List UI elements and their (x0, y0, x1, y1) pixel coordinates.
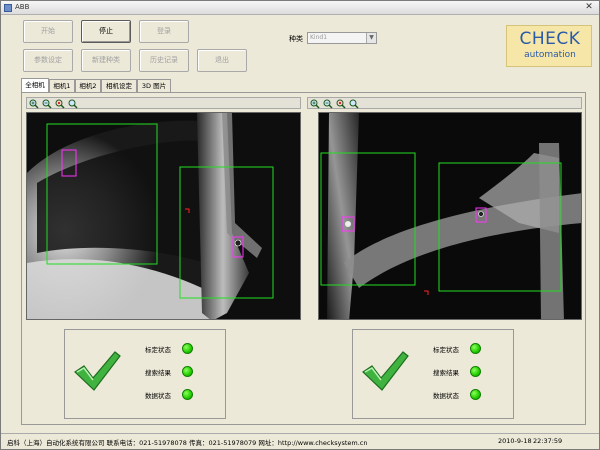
zoom-out-icon[interactable] (42, 99, 52, 109)
search-result-label: 搜索结果 (433, 369, 459, 377)
status-led-icon (470, 389, 481, 400)
camera1-zoom-toolbar (26, 97, 301, 109)
camera2-status-box: 标定状态 搜索结果 数据状态 (352, 329, 514, 419)
tab-all-cameras[interactable]: 全相机 (21, 78, 49, 92)
login-button[interactable]: 登录 (139, 20, 189, 43)
close-icon[interactable]: ✕ (583, 2, 595, 13)
calibration-status-label: 标定状态 (433, 346, 459, 354)
zoom-out-icon[interactable] (323, 99, 333, 109)
status-led-icon (470, 366, 481, 377)
params-button[interactable]: 参数设定 (23, 49, 73, 72)
exit-button[interactable]: 退出 (197, 49, 247, 72)
data-status-label: 数据状态 (433, 392, 459, 400)
logo-line2: automation (524, 50, 576, 60)
zoom-fit-icon[interactable] (55, 99, 65, 109)
calibration-status-label: 标定状态 (145, 346, 171, 354)
title-bar: ABB ✕ (1, 1, 599, 15)
all-cameras-panel: 标定状态 搜索结果 数据状态 标定状态 搜索结果 数据状态 (21, 92, 586, 425)
tab-camera1[interactable]: 相机1 (49, 79, 75, 92)
status-time: 22:37:59 (533, 437, 563, 445)
logo-line1: CHECK (519, 29, 581, 49)
status-bar: 启科（上海）自动化系统有限公司 联系电话：021-51978078 传真：021… (1, 433, 599, 449)
check-mark-icon (362, 351, 409, 391)
zoom-in-icon[interactable] (29, 99, 39, 109)
check-logo: CHECK automation (506, 25, 592, 67)
search-result-label: 搜索结果 (145, 369, 171, 377)
chevron-down-icon[interactable]: ▼ (366, 33, 376, 43)
kind-select[interactable]: Kind1 ▼ (307, 32, 377, 44)
app-icon (4, 4, 12, 12)
status-date: 2010-9-18 (498, 437, 532, 445)
kind-value: Kind1 (310, 34, 328, 41)
zoom-fit-icon[interactable] (336, 99, 346, 109)
stop-button[interactable]: 停止 (81, 20, 131, 43)
camera1-status-box: 标定状态 搜索结果 数据状态 (64, 329, 226, 419)
status-led-icon (182, 343, 193, 354)
status-led-icon (470, 343, 481, 354)
zoom-in-icon[interactable] (310, 99, 320, 109)
app-window: ABB ✕ 开始 停止 登录 参数设定 新建种类 历史记录 退出 种类 Kind… (0, 0, 600, 450)
new-type-button[interactable]: 新建种类 (81, 49, 131, 72)
tab-camera-settings[interactable]: 相机设定 (101, 79, 137, 92)
zoom-reset-icon[interactable] (349, 99, 359, 109)
history-button[interactable]: 历史记录 (139, 49, 189, 72)
kind-label: 种类 (289, 35, 303, 43)
camera2-view[interactable] (318, 112, 582, 320)
status-led-icon (182, 366, 193, 377)
camera1-view[interactable] (26, 112, 301, 320)
zoom-reset-icon[interactable] (68, 99, 78, 109)
window-title: ABB (15, 3, 30, 11)
start-button[interactable]: 开始 (23, 20, 73, 43)
camera2-zoom-toolbar (307, 97, 582, 109)
tab-3d-image[interactable]: 3D 图片 (137, 79, 171, 92)
data-status-label: 数据状态 (145, 392, 171, 400)
company-info: 启科（上海）自动化系统有限公司 联系电话：021-51978078 传真：021… (7, 439, 368, 447)
tab-camera2[interactable]: 相机2 (75, 79, 101, 92)
check-mark-icon (74, 351, 121, 391)
status-led-icon (182, 389, 193, 400)
